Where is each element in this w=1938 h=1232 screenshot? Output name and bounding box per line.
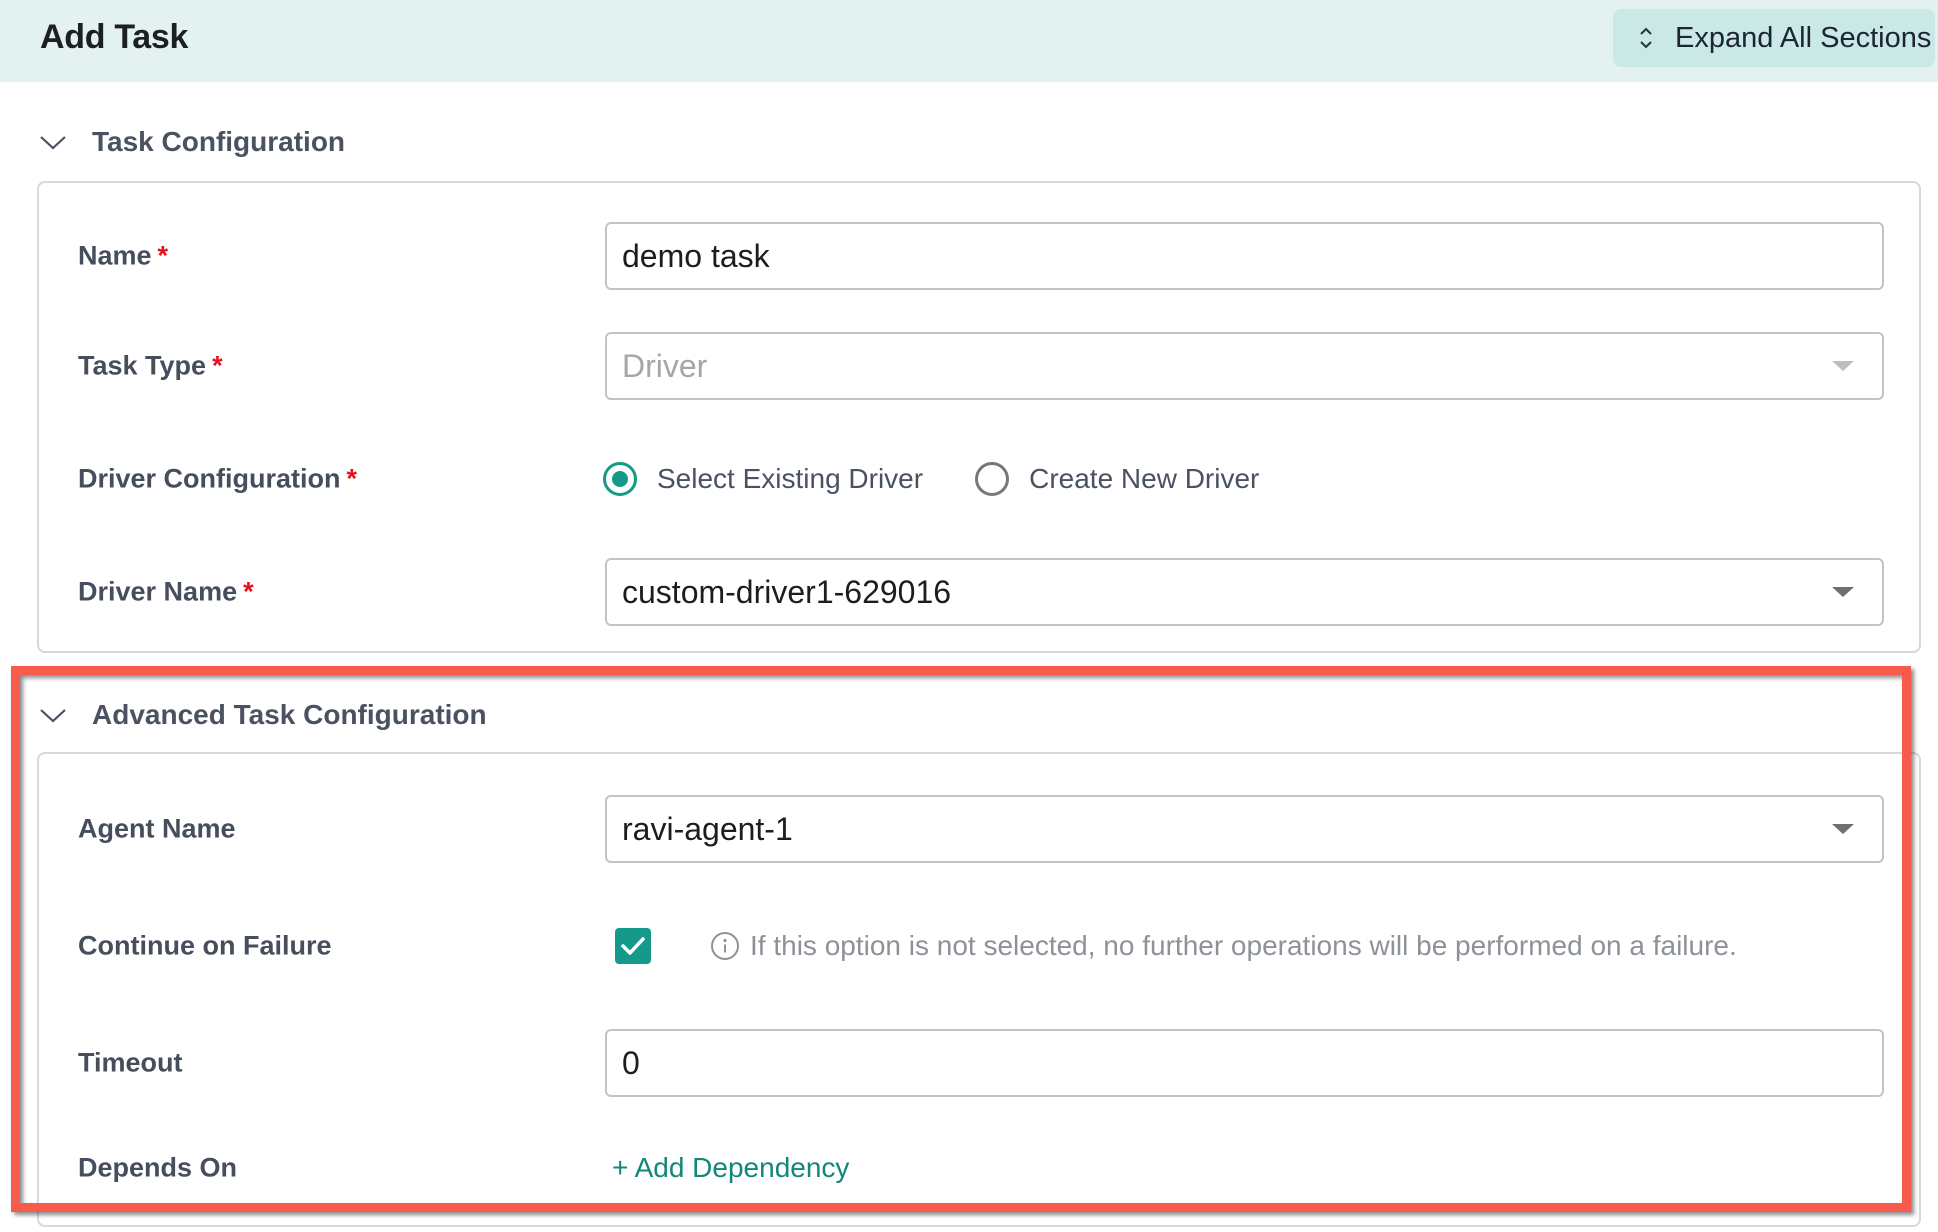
task-type-label: Task Type *	[78, 350, 223, 381]
required-indicator: *	[346, 463, 358, 494]
section-title-advanced-task-configuration: Advanced Task Configuration	[92, 699, 487, 730]
task-type-select[interactable]: Driver	[605, 332, 1884, 400]
name-input[interactable]: demo task	[605, 222, 1884, 290]
caret-down-icon	[1832, 587, 1854, 597]
chevron-up-down-icon	[1640, 27, 1652, 49]
radio-checked-icon	[603, 462, 637, 496]
depends-on-label: Depends On	[78, 1152, 238, 1183]
agent-name-label: Agent Name	[78, 813, 236, 844]
expand-all-sections-button[interactable]: Expand All Sections	[1613, 9, 1935, 67]
continue-on-failure-hint: If this option is not selected, no furth…	[710, 930, 1737, 962]
driver-name-select-value: custom-driver1-629016	[622, 573, 952, 610]
timeout-input[interactable]: 0	[605, 1029, 1884, 1097]
driver-configuration-label: Driver Configuration *	[78, 463, 358, 494]
hint-text: If this option is not selected, no furth…	[750, 930, 1737, 961]
continue-on-failure-label: Continue on Failure	[78, 930, 332, 961]
timeout-input-value: 0	[622, 1044, 640, 1081]
checkmark-icon	[621, 937, 645, 955]
page-header: Add Task Expand All Sections	[0, 0, 1938, 82]
caret-down-icon	[1832, 361, 1854, 371]
required-indicator: *	[212, 350, 223, 381]
task-type-select-value: Driver	[622, 347, 708, 384]
continue-on-failure-checkbox[interactable]	[615, 928, 651, 964]
chevron-down-icon	[40, 136, 66, 150]
required-indicator: *	[157, 240, 169, 271]
radio-unchecked-icon	[975, 462, 1010, 496]
radio-create-new-driver[interactable]: Create New Driver	[975, 462, 1259, 496]
agent-name-select-value: ravi-agent-1	[622, 810, 793, 847]
section-toggle-task-configuration[interactable]: Task Configuration	[38, 126, 345, 158]
page-title: Add Task	[40, 18, 189, 56]
radio-label: Select Existing Driver	[657, 463, 924, 494]
agent-name-select[interactable]: ravi-agent-1	[605, 795, 1884, 863]
name-label: Name *	[78, 240, 169, 271]
required-indicator: *	[243, 576, 254, 607]
timeout-label: Timeout	[78, 1047, 183, 1078]
info-icon	[711, 932, 739, 960]
add-dependency-link[interactable]: + Add Dependency	[612, 1152, 849, 1184]
radio-label: Create New Driver	[1029, 463, 1260, 494]
section-toggle-advanced-task-configuration[interactable]: Advanced Task Configuration	[38, 699, 487, 731]
caret-down-icon	[1832, 824, 1854, 834]
driver-name-select[interactable]: custom-driver1-629016	[605, 558, 1884, 626]
driver-name-label: Driver Name *	[78, 576, 254, 607]
name-input-value: demo task	[622, 237, 770, 274]
radio-select-existing-driver[interactable]: Select Existing Driver	[603, 462, 923, 496]
chevron-down-icon	[40, 709, 66, 723]
expand-all-sections-label: Expand All Sections	[1675, 21, 1932, 54]
driver-configuration-radio-group: Select Existing Driver Create New Driver	[603, 462, 1311, 496]
section-title-task-configuration: Task Configuration	[92, 126, 346, 157]
